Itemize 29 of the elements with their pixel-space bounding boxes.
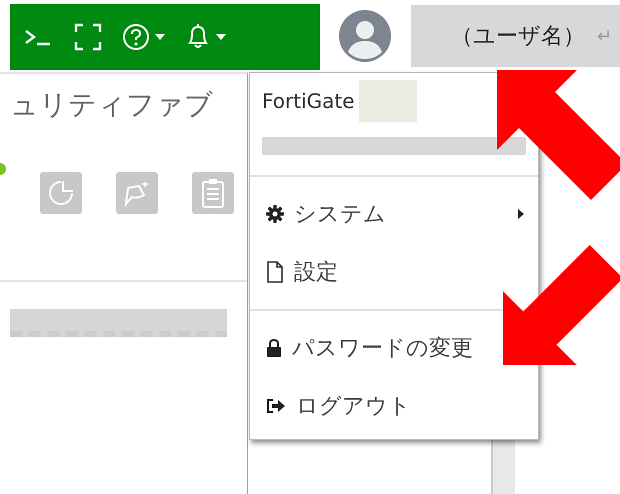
user-name-box[interactable]: （ユーザ名） ↵ — [411, 5, 620, 67]
gear-icon — [266, 205, 284, 223]
avatar-icon[interactable] — [339, 10, 391, 62]
user-name: （ユーザ名） — [451, 23, 585, 51]
fullscreen-button[interactable] — [74, 23, 102, 51]
caret-icon — [216, 34, 226, 40]
redacted-block — [358, 80, 417, 122]
menu-item-label: 設定 — [294, 259, 338, 287]
menu-item[interactable]: パスワードの変更 — [250, 319, 477, 377]
caret-icon — [155, 34, 165, 40]
help-button[interactable] — [122, 23, 165, 51]
menu-item-label: システム — [294, 201, 387, 229]
fullscreen-icon — [74, 23, 102, 51]
submenu-caret-icon — [518, 209, 524, 219]
device-name: FortiGate — [262, 89, 355, 113]
lock-icon — [266, 338, 282, 358]
menu-item-label: パスワードの変更 — [292, 335, 473, 363]
logout-icon — [266, 397, 286, 415]
menu-item[interactable]: ログアウト — [250, 377, 415, 435]
return-mark: ↵ — [597, 26, 612, 46]
tool-tile-icon[interactable] — [116, 172, 158, 214]
menu-item[interactable]: 設定 — [250, 243, 342, 301]
panel-title: ュリティファブ — [9, 87, 214, 123]
file-icon — [266, 261, 284, 283]
menu-item-label: ログアウト — [296, 393, 411, 421]
clock-tile-icon[interactable] — [40, 172, 82, 214]
menu-item[interactable]: システム — [250, 185, 538, 243]
help-icon — [122, 23, 150, 51]
clipboard-tile-icon[interactable] — [192, 172, 234, 214]
